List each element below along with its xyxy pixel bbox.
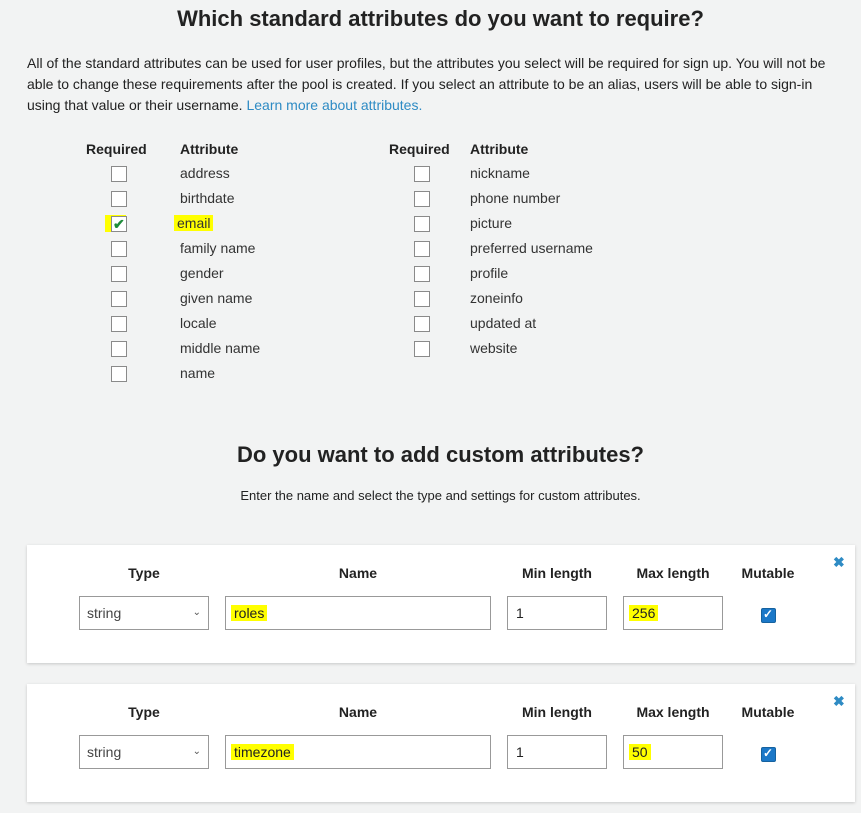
check-icon: ✔	[113, 216, 125, 232]
attribute-label: nickname	[470, 165, 530, 181]
attribute-label: family name	[180, 240, 256, 256]
mutable-checkbox[interactable]: ✓	[761, 746, 776, 762]
checkbox-locale[interactable]	[111, 316, 127, 332]
mutable-checkbox[interactable]: ✓	[761, 607, 776, 623]
min-length-value: 1	[516, 744, 524, 760]
custom-attributes-title: Do you want to add custom attributes?	[236, 442, 644, 467]
checkbox-family-name[interactable]	[111, 241, 127, 257]
min-length-value: 1	[516, 605, 524, 621]
required-header-right: Required	[389, 141, 450, 157]
mutable-label: Mutable	[741, 704, 795, 720]
checkbox-picture[interactable]	[414, 216, 430, 232]
close-icon[interactable]: ✖	[833, 554, 845, 571]
checkbox-nickname[interactable]	[414, 166, 430, 182]
check-icon: ✓	[763, 746, 774, 760]
checkbox-address[interactable]	[111, 166, 127, 182]
type-label: Type	[128, 565, 160, 581]
checkbox-email[interactable]: ✔	[111, 216, 127, 232]
attribute-label: zoneinfo	[470, 290, 523, 306]
learn-more-link[interactable]: Learn more about attributes.	[246, 97, 422, 113]
name-input[interactable]: timezone	[225, 735, 491, 769]
max-length-value: 50	[629, 744, 651, 760]
max-length-value: 256	[629, 605, 659, 621]
checkbox-gender[interactable]	[111, 266, 127, 282]
name-input[interactable]: roles	[225, 596, 491, 630]
custom-attribute-card: Type Name Min length Max length Mutable …	[27, 684, 855, 802]
max-length-input[interactable]: 50	[623, 735, 723, 769]
name-label: Name	[338, 565, 378, 581]
attribute-label: preferred username	[470, 240, 593, 256]
checkbox-zoneinfo[interactable]	[414, 291, 430, 307]
type-select[interactable]: string ⌄	[79, 735, 209, 769]
attribute-label: address	[180, 165, 230, 181]
checkbox-website[interactable]	[414, 341, 430, 357]
attribute-label: email	[174, 215, 214, 231]
checkbox-updated-at[interactable]	[414, 316, 430, 332]
attribute-label: gender	[180, 265, 224, 281]
type-value: string	[87, 605, 122, 621]
attribute-label: given name	[180, 290, 253, 306]
intro-text: All of the standard attributes can be us…	[27, 55, 826, 113]
checkbox-name[interactable]	[111, 366, 127, 382]
min-length-input[interactable]: 1	[507, 596, 607, 630]
attribute-label: picture	[470, 215, 513, 231]
min-length-input[interactable]: 1	[507, 735, 607, 769]
attribute-label: updated at	[470, 315, 537, 331]
chevron-down-icon: ⌄	[192, 746, 201, 757]
checkbox-phone-number[interactable]	[414, 191, 430, 207]
custom-attributes-subtitle: Enter the name and select the type and s…	[240, 488, 641, 503]
close-icon[interactable]: ✖	[833, 693, 845, 710]
standard-attributes-intro: All of the standard attributes can be us…	[27, 53, 842, 116]
max-length-input[interactable]: 256	[623, 596, 723, 630]
standard-attributes-title: Which standard attributes do you want to…	[177, 6, 704, 31]
checkbox-birthdate[interactable]	[111, 191, 127, 207]
attribute-label: phone number	[470, 190, 561, 206]
attribute-label: locale	[180, 315, 217, 331]
attribute-label: middle name	[180, 340, 261, 356]
checkbox-profile[interactable]	[414, 266, 430, 282]
checkbox-middle-name[interactable]	[111, 341, 127, 357]
attribute-header-right: Attribute	[470, 141, 529, 157]
attribute-header-left: Attribute	[180, 141, 239, 157]
attribute-label: profile	[470, 265, 509, 281]
required-header-left: Required	[86, 141, 147, 157]
type-select[interactable]: string ⌄	[79, 596, 209, 630]
mutable-label: Mutable	[741, 565, 795, 581]
name-value: roles	[231, 605, 268, 621]
check-icon: ✓	[763, 607, 774, 621]
max-length-label: Max length	[636, 704, 710, 720]
min-length-label: Min length	[522, 565, 592, 581]
checkbox-preferred-username[interactable]	[414, 241, 430, 257]
chevron-down-icon: ⌄	[192, 607, 201, 618]
custom-attribute-card: Type Name Min length Max length Mutable …	[27, 545, 855, 663]
type-label: Type	[128, 704, 160, 720]
checkbox-given-name[interactable]	[111, 291, 127, 307]
max-length-label: Max length	[636, 565, 710, 581]
attribute-label: website	[470, 340, 518, 356]
email-label: email	[174, 215, 214, 231]
name-label: Name	[338, 704, 378, 720]
name-value: timezone	[231, 744, 294, 760]
min-length-label: Min length	[522, 704, 592, 720]
attribute-label: name	[180, 365, 216, 381]
attribute-label: birthdate	[180, 190, 235, 206]
type-value: string	[87, 744, 122, 760]
